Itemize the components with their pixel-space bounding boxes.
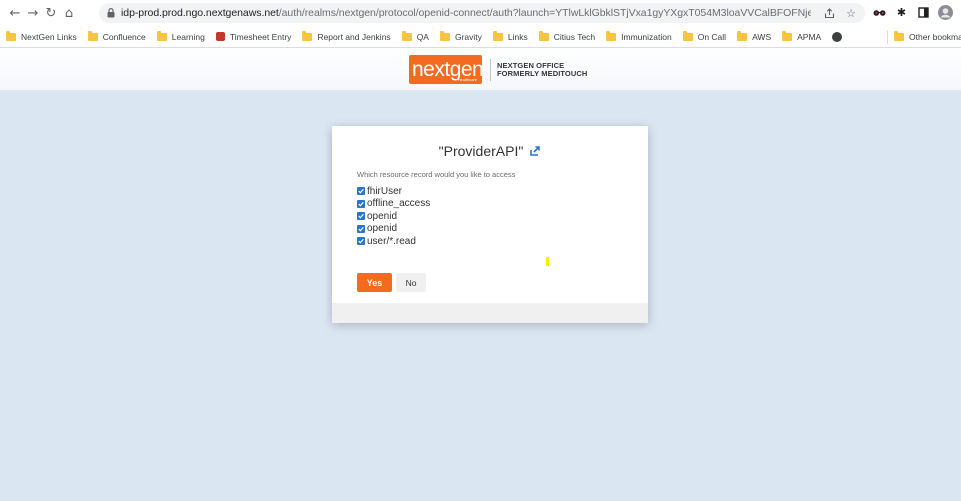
folder-icon — [606, 30, 617, 41]
bookmark-label: Citius Tech — [553, 31, 596, 42]
reload-icon[interactable]: ↻ — [42, 3, 60, 23]
client-name: "ProviderAPI" — [438, 143, 524, 159]
bookmark-citius-tech[interactable]: Citius Tech — [538, 30, 596, 42]
folder-icon — [401, 30, 412, 41]
bookmark-label: On Call — [697, 31, 727, 42]
folder-icon — [538, 30, 549, 41]
bookmark-report-and-jenkins[interactable]: Report and Jenkins — [302, 30, 391, 42]
consent-subtitle: Which resource record would you like to … — [357, 170, 516, 179]
no-button[interactable]: No — [396, 273, 426, 292]
bookmark-label: QA — [416, 31, 429, 42]
bookmark-label: Learning — [171, 31, 205, 42]
url-path: /auth/realms/nextgen/protocol/openid-con… — [278, 7, 811, 19]
bookmark-on-call[interactable]: On Call — [682, 30, 727, 42]
folder-icon — [737, 30, 748, 41]
folder-icon — [682, 30, 693, 41]
folder-icon — [439, 30, 450, 41]
profile-avatar-icon[interactable] — [937, 4, 954, 21]
folder-icon — [302, 30, 313, 41]
bookmark-links[interactable]: Links — [492, 30, 528, 42]
consent-card: "ProviderAPI" Which resource record woul… — [332, 126, 648, 323]
bookmark-star-icon[interactable]: ☆ — [843, 5, 859, 21]
url-host: idp-prod.prod.ngo.nextgenaws.net — [121, 7, 279, 19]
bookmark-label: Report and Jenkins — [317, 31, 391, 42]
bookmark-gravity[interactable]: Gravity — [439, 30, 482, 42]
bookmark-label: Links — [507, 31, 528, 42]
checkbox-checked-icon[interactable] — [357, 237, 365, 246]
bookmarks-separator — [887, 30, 888, 44]
bookmark-label: Immunization — [621, 31, 672, 42]
folder-icon — [6, 30, 16, 41]
checkbox-checked-icon[interactable] — [357, 187, 365, 196]
address-bar[interactable]: idp-prod.prod.ngo.nextgenaws.net/auth/re… — [99, 3, 865, 23]
back-icon[interactable]: ← — [6, 3, 24, 23]
scope-item[interactable]: fhirUser — [357, 185, 430, 198]
logo-word: nextgen. — [412, 58, 489, 81]
logo-line2: FORMERLY MEDITOUCH — [497, 68, 588, 78]
nextgen-logo: nextgen. healthcare NEXTGEN OFFICE FORME… — [409, 55, 587, 84]
bookmark-aws[interactable]: AWS — [737, 30, 772, 42]
logo-divider — [490, 58, 491, 81]
bookmark-timesheet-entry[interactable]: Timesheet Entry — [215, 31, 292, 42]
bookmark-label: Timesheet Entry — [229, 31, 292, 42]
forward-icon[interactable]: → — [24, 3, 42, 23]
extensions-puzzle-icon[interactable]: ✱ — [893, 4, 910, 21]
checkbox-checked-icon[interactable] — [357, 199, 365, 208]
logo-text: NEXTGEN OFFICE FORMERLY MEDITOUCH — [497, 61, 588, 78]
scope-list: fhirUser offline_access openid openid us… — [357, 185, 430, 248]
logo-sub: healthcare — [458, 77, 477, 82]
folder-icon — [894, 31, 904, 41]
lock-icon[interactable] — [105, 7, 117, 19]
yes-button[interactable]: Yes — [357, 273, 392, 292]
bookmark-qa[interactable]: QA — [401, 30, 429, 42]
timesheet-icon — [215, 32, 225, 41]
bookmark-immunization[interactable]: Immunization — [606, 30, 672, 42]
share-icon[interactable] — [821, 5, 837, 21]
side-panel-icon[interactable] — [915, 4, 932, 21]
url-text[interactable]: idp-prod.prod.ngo.nextgenaws.net/auth/re… — [121, 7, 811, 19]
checkbox-checked-icon[interactable] — [357, 224, 365, 233]
folder-icon — [156, 30, 167, 41]
bookmark-label: Gravity — [454, 31, 482, 42]
home-icon[interactable]: ⌂ — [60, 3, 78, 23]
scope-label: openid — [367, 223, 398, 235]
client-title: "ProviderAPI" — [332, 143, 648, 159]
external-link-icon[interactable] — [529, 144, 541, 156]
scope-item[interactable]: openid — [357, 223, 430, 236]
logo-mark: nextgen. healthcare — [409, 55, 489, 84]
bookmark-apma[interactable]: APMA — [782, 30, 822, 42]
folder-icon — [87, 30, 98, 41]
bookmark-confluence[interactable]: Confluence — [87, 30, 146, 42]
folder-icon — [782, 30, 793, 41]
scope-label: offline_access — [367, 198, 431, 210]
scope-label: fhirUser — [367, 185, 403, 197]
globe-icon — [832, 31, 843, 42]
bookmark-nextgen-links[interactable]: NextGen Links — [6, 30, 77, 42]
bookmark-globe[interactable] — [832, 31, 847, 42]
scope-label: user/*.read — [367, 235, 416, 247]
bookmark-label: Other bookmarks — [909, 32, 961, 42]
browser-toolbar: ← → ↻ ⌂ idp-prod.prod.ngo.nextgenaws.net… — [0, 0, 961, 26]
bookmark-label: APMA — [797, 31, 822, 42]
scope-item[interactable]: offline_access — [357, 198, 430, 211]
bookmark-other-bookmarks[interactable]: Other bookmarks — [894, 26, 961, 48]
scope-item[interactable]: openid — [357, 210, 430, 223]
bookmarks-bar: NextGen Links Confluence Learning Timesh… — [0, 26, 961, 48]
scope-item[interactable]: user/*.read — [357, 235, 430, 248]
bookmark-learning[interactable]: Learning — [156, 30, 205, 42]
bookmark-label: AWS — [752, 31, 772, 42]
text-cursor-highlight — [546, 257, 549, 266]
scope-label: openid — [367, 210, 398, 222]
folder-icon — [492, 30, 503, 41]
site-header: nextgen. healthcare NEXTGEN OFFICE FORME… — [0, 48, 961, 91]
extension-glasses-icon[interactable] — [871, 4, 888, 21]
bookmark-label: NextGen Links — [21, 31, 77, 42]
card-footer — [332, 303, 648, 323]
bookmark-label: Confluence — [102, 31, 146, 42]
checkbox-checked-icon[interactable] — [357, 212, 365, 221]
